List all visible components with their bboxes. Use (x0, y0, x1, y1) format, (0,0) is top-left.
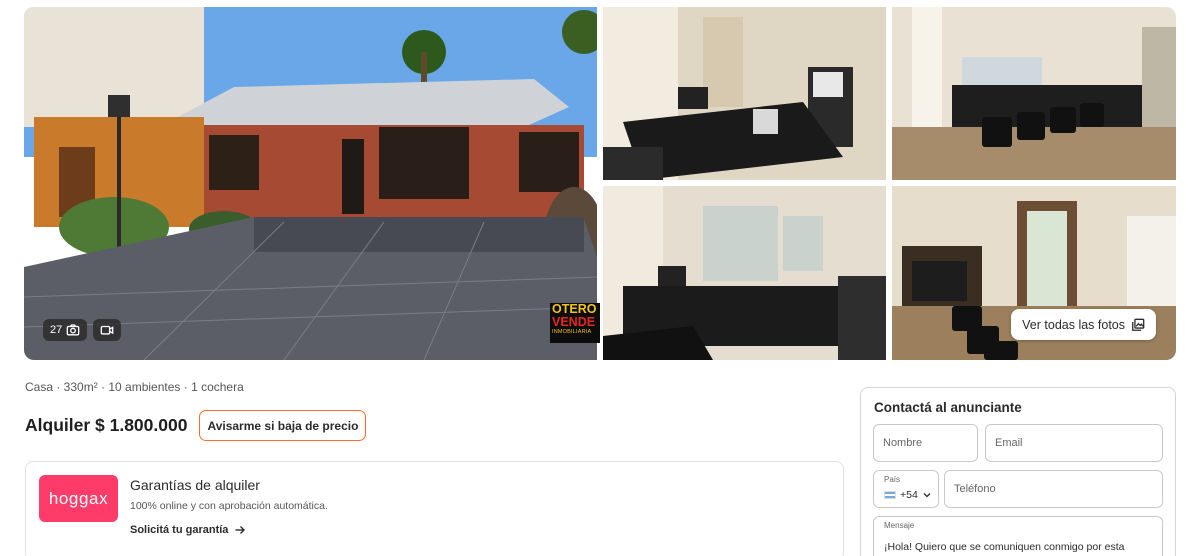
contact-title: Contactá al anunciante (874, 400, 1022, 415)
request-guarantee-label: Solicitá tu garantía (130, 524, 229, 536)
price-drop-alert-button[interactable]: Avisarme si baja de precio (199, 410, 367, 441)
rental-guarantee-card: hoggax Garantías de alquiler 100% online… (25, 461, 844, 556)
phone-input[interactable] (945, 471, 1162, 507)
chevron-down-icon (923, 493, 931, 498)
photo-count: 27 (50, 324, 63, 336)
interior-photo-waiting-room[interactable] (892, 7, 1176, 180)
email-field-wrapper (985, 424, 1163, 462)
watermark-line-3: INMOBILIARIA (552, 329, 592, 335)
country-code-select[interactable]: País +54 (873, 470, 939, 508)
arrow-right-icon (235, 526, 246, 534)
gallery-icon (1132, 318, 1145, 331)
watermark-line-2: VENDE (552, 315, 596, 329)
guarantee-title: Garantías de alquiler (130, 477, 260, 493)
country-value: +54 (884, 489, 932, 501)
price-row: Alquiler $ 1.800.000 Avisarme si baja de… (25, 410, 367, 441)
country-code: +54 (900, 489, 918, 501)
agency-watermark: OTERO VENDE INMOBILIARIA (550, 303, 600, 343)
request-guarantee-link[interactable]: Solicitá tu garantía (130, 524, 246, 536)
argentina-flag-icon (884, 491, 896, 499)
photo-count-badge[interactable]: 27 (43, 319, 88, 341)
video-badge[interactable] (93, 319, 122, 341)
property-features: Casa · 330m² · 10 ambientes · 1 cochera (25, 380, 244, 394)
video-icon (100, 325, 114, 335)
interior-photo-office[interactable] (603, 186, 886, 360)
name-input[interactable] (874, 425, 977, 461)
interior-photo-desk[interactable] (603, 7, 886, 180)
contact-form: Contactá al anunciante País +54 Mensaje … (860, 387, 1176, 556)
email-input[interactable] (986, 425, 1162, 461)
hoggax-logo: hoggax (39, 475, 118, 522)
main-photo-house-facade[interactable] (24, 7, 597, 360)
rent-price: Alquiler $ 1.800.000 (25, 415, 188, 435)
see-all-label: Ver todas las fotos (1022, 317, 1125, 332)
media-badges: 27 (43, 319, 122, 341)
photo-gallery: OTERO VENDE INMOBILIARIA 27 Ver todas la… (24, 7, 1176, 360)
guarantee-description: 100% online y con aprobación automática. (130, 500, 328, 512)
name-field-wrapper (873, 424, 978, 462)
country-label: País (884, 475, 901, 484)
message-text: ¡Hola! Quiero que se comuniquen conmigo … (884, 541, 1125, 553)
message-field[interactable]: Mensaje ¡Hola! Quiero que se comuniquen … (873, 516, 1163, 556)
phone-field-wrapper (944, 470, 1163, 508)
message-label: Mensaje (884, 521, 915, 530)
see-all-photos-button[interactable]: Ver todas las fotos (1011, 309, 1156, 340)
camera-icon (66, 324, 80, 336)
